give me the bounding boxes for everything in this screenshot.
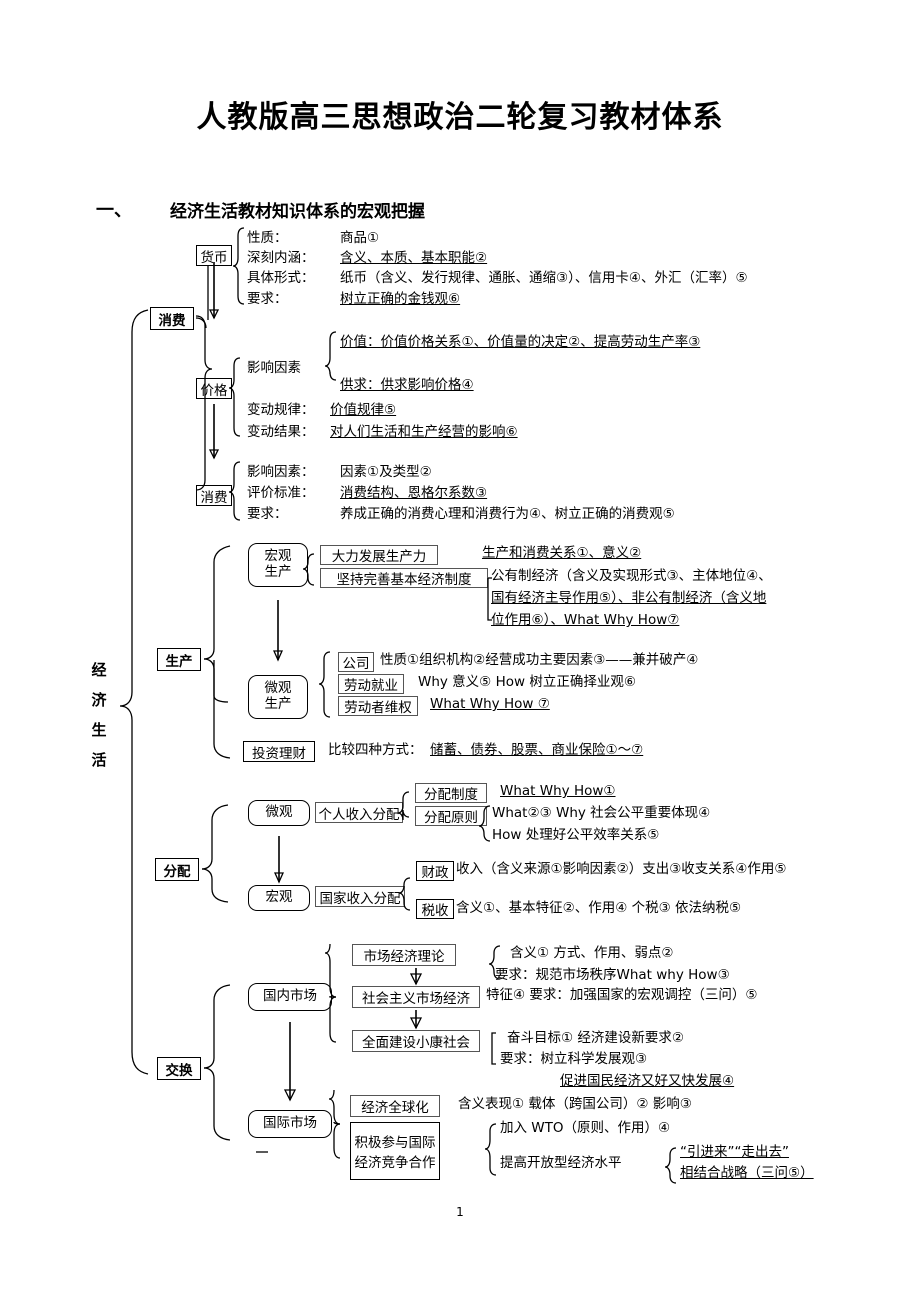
page-number: 1	[456, 1205, 464, 1219]
document-page: 人教版高三思想政治二轮复习教材体系 一、 经济生活教材知识体系的宏观把握 经 济…	[0, 0, 920, 1300]
connector-lines	[119, 227, 677, 1184]
